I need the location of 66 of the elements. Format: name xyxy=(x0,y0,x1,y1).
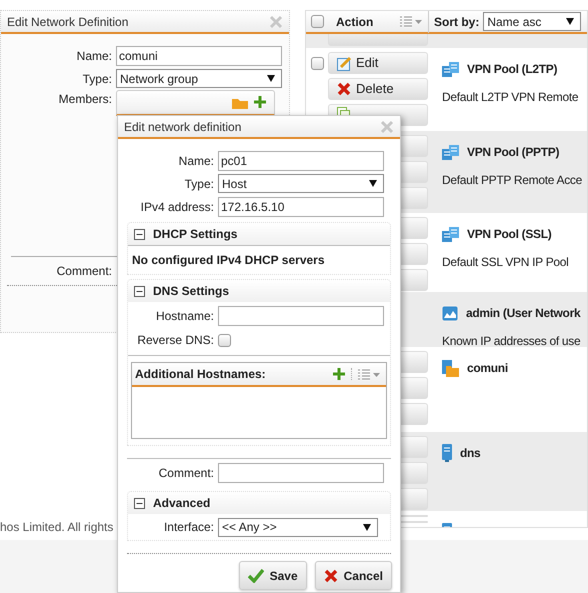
delete-icon xyxy=(337,82,351,96)
list-menu-icon xyxy=(358,368,380,380)
plus-icon[interactable] xyxy=(333,368,345,380)
item-name[interactable]: VPN Pool (SSL) xyxy=(467,225,552,243)
dropdown[interactable]: << Any >> xyxy=(218,518,378,536)
dropdown[interactable]: Network group xyxy=(116,69,282,88)
folder-icon xyxy=(232,96,248,109)
item-name[interactable]: admin (User Network xyxy=(466,304,580,322)
info-message: No configured IPv4 DHCP servers xyxy=(132,252,325,269)
item-description: Default PPTP Remote Acce xyxy=(442,172,582,189)
field-label: Type: xyxy=(82,70,113,88)
item-name[interactable]: VPN Pool (PPTP) xyxy=(467,143,560,161)
field-label: Members: xyxy=(58,91,113,108)
text-field[interactable] xyxy=(218,463,384,483)
edit-button[interactable]: Edit xyxy=(328,52,428,74)
folder-icon xyxy=(442,360,459,376)
collapse-icon[interactable] xyxy=(134,228,145,240)
caret-icon xyxy=(566,18,574,25)
item-description: Known IP addresses of use xyxy=(442,333,580,347)
column-header: Action xyxy=(336,14,374,30)
dropdown[interactable]: Name asc xyxy=(483,12,582,31)
checkbox[interactable] xyxy=(218,334,231,346)
text-field[interactable] xyxy=(218,306,384,326)
text-field[interactable]: 172.16.5.10 xyxy=(218,196,384,216)
field-label: Comment: xyxy=(158,465,215,482)
sort-label: Sort by: xyxy=(434,14,480,30)
server-icon xyxy=(442,144,459,160)
section-title[interactable]: Advanced xyxy=(153,494,210,512)
close-icon xyxy=(324,568,338,582)
server-icon xyxy=(442,61,459,77)
delete-button[interactable]: Delete xyxy=(328,78,428,100)
collapse-icon[interactable] xyxy=(134,286,145,296)
field-label: Interface: xyxy=(162,519,215,536)
field-label: Comment: xyxy=(56,263,113,280)
checkbox[interactable] xyxy=(311,15,324,28)
field-label: Name: xyxy=(178,152,215,170)
window-title: Edit network definition xyxy=(124,118,242,136)
collapse-icon[interactable] xyxy=(134,498,145,508)
caret-icon xyxy=(267,75,275,82)
text-field[interactable]: pc01 xyxy=(218,150,384,170)
item-name[interactable]: dns xyxy=(460,444,480,462)
close-icon xyxy=(269,14,283,28)
dropdown[interactable]: Host xyxy=(218,174,384,193)
text-field[interactable]: comuni xyxy=(116,46,282,66)
item-name[interactable]: comuni xyxy=(467,359,508,377)
checkmark-icon xyxy=(248,568,264,583)
checkbox[interactable] xyxy=(311,57,324,70)
edit-icon xyxy=(337,56,351,70)
server-icon xyxy=(442,226,459,242)
window-title: Edit Network Definition xyxy=(7,14,128,30)
save-button[interactable]: Save xyxy=(238,561,307,590)
field-label: Type: xyxy=(184,176,215,192)
cancel-button[interactable]: Cancel xyxy=(314,561,392,590)
field-label: Hostname: xyxy=(154,308,215,325)
field-label: Reverse DNS: xyxy=(136,332,215,349)
server-icon xyxy=(442,444,452,462)
field-label: IPv4 address: xyxy=(140,198,215,216)
list-menu-icon xyxy=(400,16,422,27)
close-icon xyxy=(380,120,394,134)
item-name[interactable]: VPN Pool (L2TP) xyxy=(467,60,558,78)
item-description: Default L2TP VPN Remote xyxy=(442,89,578,106)
list-title: Additional Hostnames: xyxy=(135,366,267,383)
plus-icon xyxy=(254,96,266,108)
item-description: Default SSL VPN IP Pool xyxy=(442,254,569,271)
footer-text: hos Limited. All rights xyxy=(0,519,114,536)
field-label: Name: xyxy=(76,48,113,64)
